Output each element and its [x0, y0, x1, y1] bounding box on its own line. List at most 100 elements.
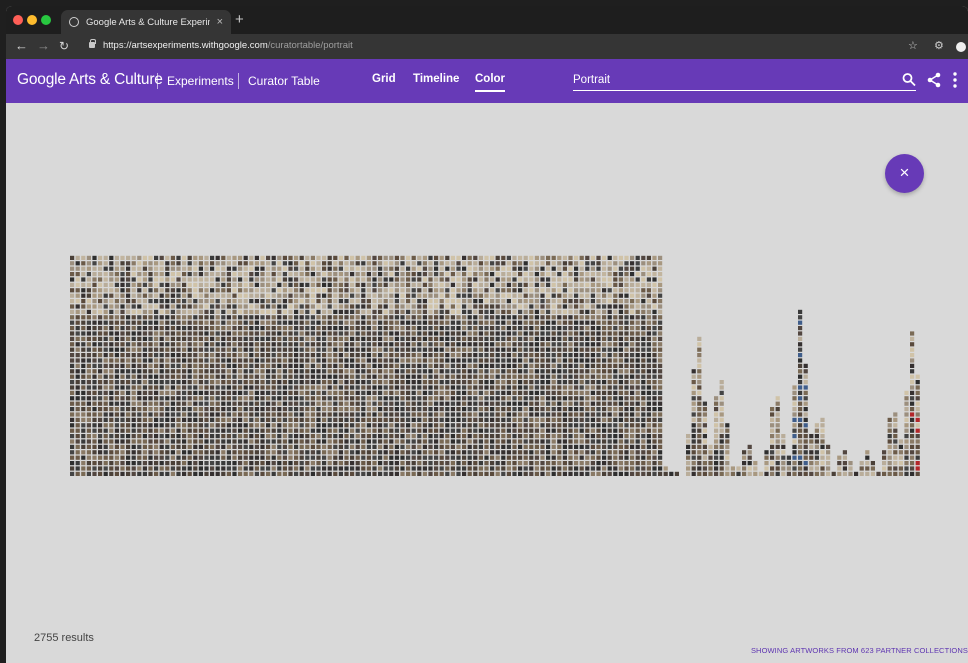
- artwork-thumbnail[interactable]: [338, 358, 343, 363]
- artwork-thumbnail[interactable]: [585, 304, 590, 309]
- artwork-thumbnail[interactable]: [478, 385, 483, 390]
- artwork-thumbnail[interactable]: [394, 396, 399, 401]
- artwork-thumbnail[interactable]: [434, 353, 439, 358]
- artwork-thumbnail[interactable]: [434, 320, 439, 325]
- artwork-thumbnail[interactable]: [310, 277, 315, 282]
- artwork-thumbnail[interactable]: [254, 315, 259, 320]
- artwork-thumbnail[interactable]: [792, 407, 797, 412]
- artwork-thumbnail[interactable]: [624, 347, 629, 352]
- artwork-thumbnail[interactable]: [725, 428, 730, 433]
- artwork-thumbnail[interactable]: [490, 434, 495, 439]
- artwork-thumbnail[interactable]: [249, 261, 254, 266]
- artwork-thumbnail[interactable]: [506, 412, 511, 417]
- artwork-thumbnail[interactable]: [154, 326, 159, 331]
- artwork-thumbnail[interactable]: [775, 396, 780, 401]
- artwork-thumbnail[interactable]: [266, 471, 271, 476]
- artwork-thumbnail[interactable]: [406, 461, 411, 466]
- artwork-thumbnail[interactable]: [238, 299, 243, 304]
- artwork-thumbnail[interactable]: [607, 315, 612, 320]
- artwork-thumbnail[interactable]: [803, 471, 808, 476]
- artwork-thumbnail[interactable]: [478, 261, 483, 266]
- artwork-thumbnail[interactable]: [590, 401, 595, 406]
- artwork-thumbnail[interactable]: [215, 255, 220, 260]
- artwork-thumbnail[interactable]: [316, 315, 321, 320]
- artwork-thumbnail[interactable]: [282, 423, 287, 428]
- artwork-thumbnail[interactable]: [590, 450, 595, 455]
- artwork-thumbnail[interactable]: [316, 407, 321, 412]
- artwork-thumbnail[interactable]: [495, 347, 500, 352]
- artwork-thumbnail[interactable]: [114, 309, 119, 314]
- artwork-thumbnail[interactable]: [512, 336, 517, 341]
- artwork-thumbnail[interactable]: [484, 353, 489, 358]
- artwork-thumbnail[interactable]: [182, 407, 187, 412]
- artwork-thumbnail[interactable]: [226, 471, 231, 476]
- artwork-thumbnail[interactable]: [462, 385, 467, 390]
- artwork-thumbnail[interactable]: [607, 461, 612, 466]
- artwork-thumbnail[interactable]: [462, 336, 467, 341]
- artwork-thumbnail[interactable]: [154, 455, 159, 460]
- artwork-thumbnail[interactable]: [613, 293, 618, 298]
- artwork-thumbnail[interactable]: [428, 309, 433, 314]
- artwork-thumbnail[interactable]: [310, 320, 315, 325]
- artwork-thumbnail[interactable]: [540, 434, 545, 439]
- artwork-thumbnail[interactable]: [198, 272, 203, 277]
- artwork-thumbnail[interactable]: [333, 450, 338, 455]
- artwork-thumbnail[interactable]: [652, 385, 657, 390]
- artwork-thumbnail[interactable]: [350, 277, 355, 282]
- artwork-thumbnail[interactable]: [142, 358, 147, 363]
- artwork-thumbnail[interactable]: [557, 336, 562, 341]
- artwork-thumbnail[interactable]: [585, 369, 590, 374]
- artwork-thumbnail[interactable]: [798, 320, 803, 325]
- artwork-thumbnail[interactable]: [641, 277, 646, 282]
- artwork-thumbnail[interactable]: [294, 277, 299, 282]
- artwork-thumbnail[interactable]: [652, 331, 657, 336]
- artwork-thumbnail[interactable]: [204, 390, 209, 395]
- artwork-thumbnail[interactable]: [439, 266, 444, 271]
- artwork-thumbnail[interactable]: [400, 309, 405, 314]
- artwork-thumbnail[interactable]: [226, 309, 231, 314]
- artwork-thumbnail[interactable]: [137, 288, 142, 293]
- more-vert-icon[interactable]: [951, 71, 959, 89]
- artwork-thumbnail[interactable]: [910, 439, 915, 444]
- artwork-thumbnail[interactable]: [893, 471, 898, 476]
- artwork-thumbnail[interactable]: [450, 315, 455, 320]
- artwork-thumbnail[interactable]: [187, 277, 192, 282]
- artwork-thumbnail[interactable]: [383, 385, 388, 390]
- artwork-thumbnail[interactable]: [333, 342, 338, 347]
- artwork-thumbnail[interactable]: [165, 363, 170, 368]
- artwork-thumbnail[interactable]: [165, 450, 170, 455]
- artwork-thumbnail[interactable]: [501, 466, 506, 471]
- artwork-thumbnail[interactable]: [613, 461, 618, 466]
- artwork-thumbnail[interactable]: [697, 417, 702, 422]
- artwork-thumbnail[interactable]: [596, 326, 601, 331]
- artwork-thumbnail[interactable]: [585, 320, 590, 325]
- artwork-thumbnail[interactable]: [316, 266, 321, 271]
- artwork-thumbnail[interactable]: [422, 374, 427, 379]
- artwork-thumbnail[interactable]: [467, 471, 472, 476]
- artwork-thumbnail[interactable]: [75, 288, 80, 293]
- artwork-thumbnail[interactable]: [344, 342, 349, 347]
- artwork-thumbnail[interactable]: [70, 396, 75, 401]
- artwork-thumbnail[interactable]: [305, 331, 310, 336]
- artwork-thumbnail[interactable]: [126, 369, 131, 374]
- artwork-thumbnail[interactable]: [148, 309, 153, 314]
- artwork-thumbnail[interactable]: [249, 282, 254, 287]
- artwork-thumbnail[interactable]: [210, 342, 215, 347]
- artwork-thumbnail[interactable]: [126, 380, 131, 385]
- artwork-thumbnail[interactable]: [316, 417, 321, 422]
- artwork-thumbnail[interactable]: [641, 396, 646, 401]
- artwork-thumbnail[interactable]: [686, 461, 691, 466]
- artwork-thumbnail[interactable]: [81, 288, 86, 293]
- artwork-thumbnail[interactable]: [809, 450, 814, 455]
- artwork-thumbnail[interactable]: [277, 471, 282, 476]
- artwork-thumbnail[interactable]: [282, 407, 287, 412]
- artwork-thumbnail[interactable]: [316, 336, 321, 341]
- artwork-thumbnail[interactable]: [434, 444, 439, 449]
- new-tab-icon[interactable]: +: [235, 12, 244, 28]
- artwork-thumbnail[interactable]: [422, 444, 427, 449]
- artwork-thumbnail[interactable]: [98, 363, 103, 368]
- artwork-thumbnail[interactable]: [478, 320, 483, 325]
- artwork-thumbnail[interactable]: [383, 277, 388, 282]
- artwork-thumbnail[interactable]: [590, 326, 595, 331]
- artwork-thumbnail[interactable]: [215, 434, 220, 439]
